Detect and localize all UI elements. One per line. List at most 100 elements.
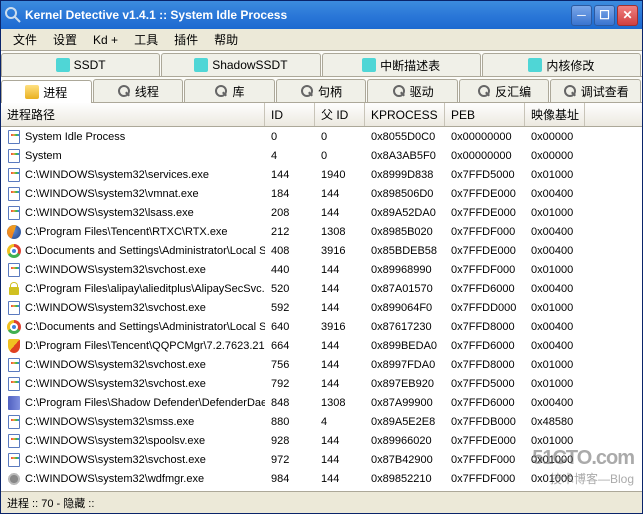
cell-id: 184 (265, 188, 315, 200)
table-row[interactable]: C:\WINDOWS\system32\wdfmgr.exe9841440x89… (1, 469, 642, 488)
table-row[interactable]: C:\WINDOWS\system32\svchost.exe4401440x8… (1, 260, 642, 279)
tab-SSDT[interactable]: SSDT (1, 53, 160, 76)
cell-id: 4 (265, 150, 315, 162)
upper-tabs: SSDT ShadowSSDT中断描述表内核修改 (1, 51, 642, 77)
cell-peb: 0x7FFD6000 (445, 283, 525, 295)
cell-img: 0x01000 (525, 302, 585, 314)
default-icon (7, 358, 21, 372)
table-row[interactable]: C:\WINDOWS\system32\vmnat.exe1841440x898… (1, 184, 642, 203)
default-icon (7, 301, 21, 315)
cell-id: 848 (265, 397, 315, 409)
process-path: C:\WINDOWS\system32\lsass.exe (25, 207, 194, 219)
tab-icon (214, 84, 228, 98)
tab-label: 线程 (135, 83, 159, 100)
book-icon (7, 396, 21, 410)
menubar: 文件设置Kd +工具插件帮助 (1, 29, 642, 51)
table-row[interactable]: C:\Program Files\Shadow Defender\Defende… (1, 393, 642, 412)
cell-img: 0x00400 (525, 283, 585, 295)
cell-peb: 0x7FFDF000 (445, 226, 525, 238)
table-row[interactable]: C:\Documents and Settings\Administrator\… (1, 241, 642, 260)
tab-反汇编[interactable]: 反汇编 (459, 79, 550, 102)
table-row[interactable]: C:\Program Files\alipay\alieditplus\Alip… (1, 279, 642, 298)
cell-pid: 144 (315, 283, 365, 295)
menu-Kd +[interactable]: Kd + (85, 31, 126, 49)
col-kprocess[interactable]: KPROCESS (365, 103, 445, 126)
cell-peb: 0x7FFD5000 (445, 378, 525, 390)
cell-kproc: 0x85BDEB58 (365, 245, 445, 257)
tab-ShadowSSDT[interactable]: ShadowSSDT (161, 53, 320, 76)
col-image-base[interactable]: 映像基址 (525, 103, 585, 126)
cell-pid: 3916 (315, 245, 365, 257)
tab-label: SSDT (74, 58, 106, 72)
table-row[interactable]: System Idle Process000x8055D0C00x0000000… (1, 127, 642, 146)
col-path[interactable]: 进程路径 (1, 103, 265, 126)
table-row[interactable]: C:\WINDOWS\system32\smss.exe88040x89A5E2… (1, 412, 642, 431)
tab-label: 句柄 (318, 83, 342, 100)
table-row[interactable]: C:\WINDOWS\system32\spoolsv.exe9281440x8… (1, 431, 642, 450)
cell-peb: 0x7FFD6000 (445, 397, 525, 409)
table-row[interactable]: C:\WINDOWS\system32\svchost.exe9721440x8… (1, 450, 642, 469)
cell-id: 408 (265, 245, 315, 257)
cell-pid: 144 (315, 340, 365, 352)
table-row[interactable]: C:\WINDOWS\system32\svchost.exe5921440x8… (1, 298, 642, 317)
cell-peb: 0x7FFD5000 (445, 169, 525, 181)
cell-img: 0x00400 (525, 226, 585, 238)
col-id[interactable]: ID (265, 103, 315, 126)
menu-设置[interactable]: 设置 (45, 29, 85, 50)
cell-peb: 0x7FFD6000 (445, 340, 525, 352)
cell-img: 0x01000 (525, 378, 585, 390)
menu-帮助[interactable]: 帮助 (206, 29, 246, 50)
cell-img: 0x00400 (525, 245, 585, 257)
cell-pid: 1308 (315, 397, 365, 409)
tab-icon (392, 84, 406, 98)
lock-icon (7, 282, 21, 296)
tab-句柄[interactable]: 句柄 (276, 79, 367, 102)
tab-中断描述表[interactable]: 中断描述表 (322, 53, 481, 76)
cell-img: 0x48580 (525, 416, 585, 428)
tab-调试查看[interactable]: 调试查看 (550, 79, 641, 102)
table-row[interactable]: C:\WINDOWS\system32\services.exe14419400… (1, 165, 642, 184)
tab-进程[interactable]: 进程 (1, 80, 92, 103)
cell-pid: 1308 (315, 226, 365, 238)
cell-id: 880 (265, 416, 315, 428)
app-icon (5, 7, 21, 23)
table-row[interactable]: C:\Documents and Settings\Administrator\… (1, 317, 642, 336)
col-pid[interactable]: 父 ID (315, 103, 365, 126)
cell-id: 792 (265, 378, 315, 390)
minimize-button[interactable]: ─ (571, 5, 592, 26)
tab-库[interactable]: 库 (184, 79, 275, 102)
titlebar[interactable]: Kernel Detective v1.4.1 :: System Idle P… (1, 1, 642, 29)
cell-peb: 0x7FFD8000 (445, 321, 525, 333)
default-icon (7, 491, 21, 492)
process-path: C:\Documents and Settings\Administrator\… (25, 321, 265, 333)
maximize-button[interactable]: ☐ (594, 5, 615, 26)
table-row[interactable]: C:\WINDOWS\system32\svchost.exe7561440x8… (1, 355, 642, 374)
process-path: D:\Program Files\Tencent\QQPCMgr\7.2.762… (25, 340, 265, 352)
tab-线程[interactable]: 线程 (93, 79, 184, 102)
process-grid[interactable]: System Idle Process000x8055D0C00x0000000… (1, 127, 642, 491)
default-icon (7, 187, 21, 201)
table-row[interactable]: D:\Program Files\Tencent\QQPCMgr\7.2.762… (1, 336, 642, 355)
table-row[interactable]: C:\Program Files\Tencent\RTXC\RTX.exe212… (1, 222, 642, 241)
tab-驱动[interactable]: 驱动 (367, 79, 458, 102)
process-path: C:\Program Files\Shadow Defender\Defende… (25, 397, 265, 409)
process-path: C:\WINDOWS\system32\vmnat.exe (25, 188, 199, 200)
table-row[interactable]: System400x8A3AB5F00x000000000x00000 (1, 146, 642, 165)
cell-pid: 4 (315, 416, 365, 428)
menu-工具[interactable]: 工具 (126, 29, 166, 50)
cell-pid: 144 (315, 454, 365, 466)
col-peb[interactable]: PEB (445, 103, 525, 126)
cell-pid: 3916 (315, 321, 365, 333)
cell-img: 0x00400 (525, 397, 585, 409)
menu-文件[interactable]: 文件 (5, 29, 45, 50)
cell-kproc: 0x897EB920 (365, 378, 445, 390)
process-path: C:\WINDOWS\system32\services.exe (25, 169, 209, 181)
close-button[interactable]: ✕ (617, 5, 638, 26)
table-row[interactable]: C:\WINDOWS\system32\lsass.exe2081440x89A… (1, 203, 642, 222)
menu-插件[interactable]: 插件 (166, 29, 206, 50)
status-text: 进程 :: 70 - 隐藏 :: (7, 495, 94, 511)
tab-内核修改[interactable]: 内核修改 (482, 53, 641, 76)
tab-icon (56, 58, 70, 72)
table-row[interactable]: C:\WINDOWS\system32\svchost.exe7921440x8… (1, 374, 642, 393)
process-path: C:\WINDOWS\system32\svchost.exe (25, 378, 206, 390)
